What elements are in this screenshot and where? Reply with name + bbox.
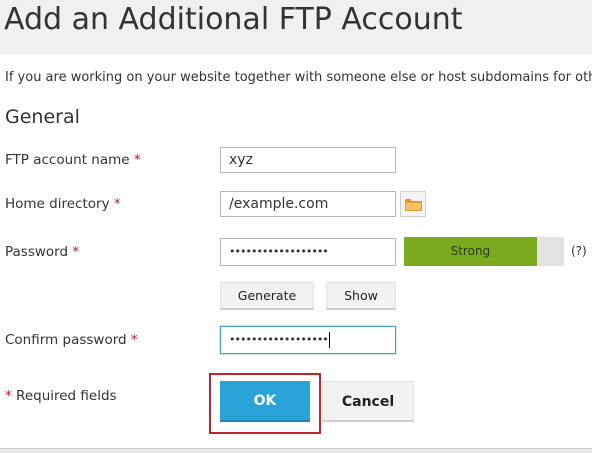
required-marker: * [133, 152, 141, 168]
required-marker: * [5, 388, 12, 404]
footer-divider [0, 448, 592, 453]
home-dir-label: Home directory * [5, 196, 121, 212]
confirm-password-label: Confirm password * [5, 332, 138, 348]
confirm-password-input[interactable]: •••••••••••••••••• [220, 326, 396, 354]
intro-text: If you are working on your website toget… [5, 70, 592, 85]
password-input[interactable]: •••••••••••••••••• [220, 238, 396, 266]
generate-button[interactable]: Generate [220, 282, 314, 310]
required-fields-text: Required fields [16, 388, 117, 404]
text-caret [328, 332, 330, 348]
required-fields-note: * Required fields [5, 388, 117, 404]
page-title: Add an Additional FTP Account [4, 2, 463, 37]
home-dir-input[interactable]: /example.com [220, 191, 396, 217]
show-button[interactable]: Show [326, 282, 396, 310]
home-dir-label-text: Home directory [5, 196, 110, 212]
confirm-password-value: •••••••••••••••••• [229, 333, 329, 346]
ftp-name-input[interactable]: xyz [220, 147, 396, 173]
browse-folder-button[interactable] [400, 191, 426, 217]
required-marker: * [72, 244, 80, 260]
required-marker: * [113, 196, 121, 212]
password-help-link[interactable]: (?) [571, 244, 587, 258]
password-label-text: Password [5, 244, 69, 260]
password-strength-meter: Strong [404, 237, 564, 266]
ftp-name-label: FTP account name * [5, 152, 141, 168]
folder-icon [405, 199, 422, 211]
cancel-button[interactable]: Cancel [322, 381, 414, 422]
strength-fill: Strong [404, 237, 537, 266]
confirm-password-label-text: Confirm password [5, 332, 127, 348]
ftp-name-label-text: FTP account name [5, 152, 130, 168]
required-marker: * [130, 332, 138, 348]
page-header: Add an Additional FTP Account [0, 0, 592, 54]
ok-button[interactable]: OK [220, 381, 310, 422]
section-title-general: General [5, 106, 80, 128]
password-label: Password * [5, 244, 79, 260]
